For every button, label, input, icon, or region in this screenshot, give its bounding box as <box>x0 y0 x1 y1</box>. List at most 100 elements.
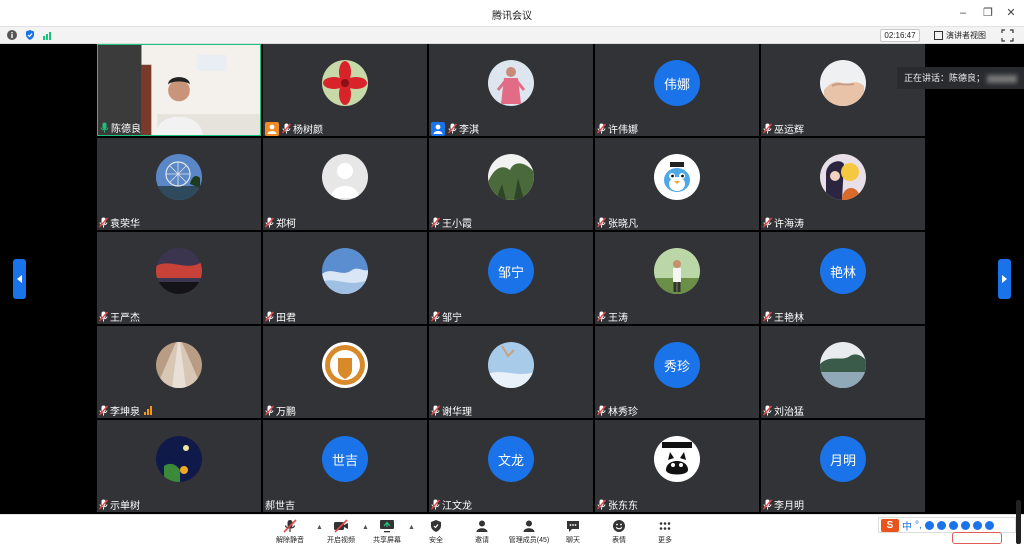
sogou-ime-icon[interactable]: S <box>881 518 899 532</box>
participant-label: 万鹏 <box>265 403 296 418</box>
members-icon <box>523 520 535 532</box>
mic-muted-icon <box>597 217 606 228</box>
minimize-icon[interactable]: – <box>954 5 972 21</box>
network-signal-icon[interactable] <box>43 30 53 40</box>
participant-tile[interactable]: 巫运辉 <box>761 44 925 136</box>
avatar <box>654 436 700 482</box>
ime-keyboard-icon[interactable] <box>948 520 958 530</box>
ime-punctuation-icon[interactable]: °, <box>915 520 922 531</box>
avatar: 文龙 <box>488 436 534 482</box>
share-screen-label: 共享屏幕 <box>373 537 401 544</box>
chat-button[interactable]: 聊天 <box>553 517 593 549</box>
participant-tile[interactable]: 李坤泉 <box>97 326 261 418</box>
more-dots-icon <box>659 522 671 530</box>
share-options-caret-icon[interactable]: ▲ <box>408 524 415 531</box>
info-icon[interactable] <box>7 30 17 40</box>
leave-meeting-button[interactable] <box>952 532 1002 544</box>
mic-muted-icon <box>763 123 772 134</box>
ime-chinese-mode[interactable]: 中 <box>902 518 912 533</box>
participant-tile[interactable]: 文龙 江文龙 <box>429 420 593 512</box>
participant-label: 张东东 <box>597 497 638 512</box>
avatar <box>488 154 534 200</box>
reactions-button[interactable]: 表情 <box>599 517 639 549</box>
avatar: 月明 <box>820 436 866 482</box>
mic-muted-icon <box>597 499 606 510</box>
scrollbar[interactable] <box>1016 500 1021 544</box>
next-page-button[interactable] <box>998 259 1011 299</box>
participant-tile[interactable]: 秀珍 林秀珍 <box>595 326 759 418</box>
participant-tile[interactable]: 王严杰 <box>97 232 261 324</box>
participant-tile[interactable]: 张东东 <box>595 420 759 512</box>
participant-name: 王小霞 <box>442 219 472 230</box>
mic-muted-icon <box>763 499 772 510</box>
speaker-view-label: 演讲者视图 <box>946 31 986 40</box>
participant-name: 王严杰 <box>110 313 140 324</box>
participant-tile[interactable]: 伟娜 许伟娜 <box>595 44 759 136</box>
participant-tile[interactable]: 刘治猛 <box>761 326 925 418</box>
close-icon[interactable]: ✕ <box>1002 5 1020 21</box>
mic-muted-icon <box>99 311 108 322</box>
fullscreen-icon[interactable] <box>1001 29 1014 42</box>
ime-user-icon[interactable] <box>960 520 970 530</box>
security-label: 安全 <box>429 537 443 544</box>
ime-tray[interactable]: S 中 °, <box>878 517 1016 533</box>
mic-muted-icon <box>282 123 291 134</box>
participant-name: 示单树 <box>110 501 140 512</box>
participant-label: 王小霞 <box>431 215 472 230</box>
participant-label: 邹宁 <box>431 309 462 324</box>
participant-tile[interactable]: 袁荣华 <box>97 138 261 230</box>
participant-tile[interactable]: 示单树 <box>97 420 261 512</box>
manage-members-button[interactable]: 管理成员(45) <box>507 517 551 549</box>
participant-tile[interactable]: 谢华理 <box>429 326 593 418</box>
ime-skin-icon[interactable] <box>972 520 982 530</box>
participant-label: 李月明 <box>763 497 804 512</box>
mic-muted-icon <box>283 519 297 533</box>
participant-label: 王艳林 <box>763 309 804 324</box>
participant-tile[interactable]: 许海涛 <box>761 138 925 230</box>
speaker-view-toggle[interactable]: 演讲者视图 <box>934 29 986 42</box>
sky-photo-avatar-icon <box>488 342 534 388</box>
ime-voice-icon[interactable] <box>936 520 946 530</box>
participant-tile[interactable]: 王涛 <box>595 232 759 324</box>
participant-name: 王涛 <box>608 313 628 324</box>
participant-grid: 陈德良 杨树颜李淇 伟娜 许伟娜 巫运辉袁荣华郑柯 王小霞 张晓凡 许海涛王严杰 田君 邹宁 邹宁王… <box>97 44 927 514</box>
unmute-button[interactable]: 解除静音 <box>270 517 310 549</box>
smiley-icon <box>613 520 625 532</box>
more-label: 更多 <box>658 537 672 544</box>
invite-button[interactable]: 邀请 <box>462 517 502 549</box>
red-sky-avatar-icon <box>156 248 202 294</box>
participant-tile[interactable]: 田君 <box>263 232 427 324</box>
participant-tile[interactable]: 世吉 郝世吉 <box>263 420 427 512</box>
ime-emoji-icon[interactable] <box>924 520 934 530</box>
security-button[interactable]: 安全 <box>416 517 456 549</box>
participant-tile[interactable]: 杨树颜 <box>263 44 427 136</box>
participant-tile[interactable]: 艳林 王艳林 <box>761 232 925 324</box>
avatar <box>654 154 700 200</box>
more-button[interactable]: 更多 <box>645 517 685 549</box>
participant-tile[interactable]: 邹宁 邹宁 <box>429 232 593 324</box>
participant-tile[interactable]: 月明李月明 <box>761 420 925 512</box>
share-screen-button[interactable]: 共享屏幕 <box>367 517 407 549</box>
participant-tile[interactable]: 张晓凡 <box>595 138 759 230</box>
weak-signal-icon <box>144 406 152 415</box>
video-stage: 陈德良 杨树颜李淇 伟娜 许伟娜 巫运辉袁荣华郑柯 王小霞 张晓凡 许海涛王严杰 田君 邹宁 邹宁王… <box>0 44 1024 514</box>
participant-tile[interactable]: 李淇 <box>429 44 593 136</box>
avatar <box>156 154 202 200</box>
participant-label: 许伟娜 <box>597 121 638 136</box>
participant-tile[interactable]: 万鹏 <box>263 326 427 418</box>
mic-muted-icon <box>431 217 440 228</box>
restore-icon[interactable]: ❐ <box>979 5 997 21</box>
chevron-left-icon <box>17 275 22 283</box>
camera-off-icon <box>334 519 348 533</box>
ime-toolbox-icon[interactable] <box>984 520 994 530</box>
start-video-button[interactable]: 开启视频 <box>321 517 361 549</box>
participant-name: 李淇 <box>459 125 479 136</box>
participant-tile[interactable]: 王小霞 <box>429 138 593 230</box>
avatar <box>820 342 866 388</box>
shield-icon[interactable] <box>25 30 35 40</box>
participant-name: 郑柯 <box>276 219 296 230</box>
participant-name: 陈德良 <box>111 124 141 135</box>
participant-tile[interactable]: 郑柯 <box>263 138 427 230</box>
previous-page-button[interactable] <box>13 259 26 299</box>
participant-tile[interactable]: 陈德良 <box>97 44 261 136</box>
